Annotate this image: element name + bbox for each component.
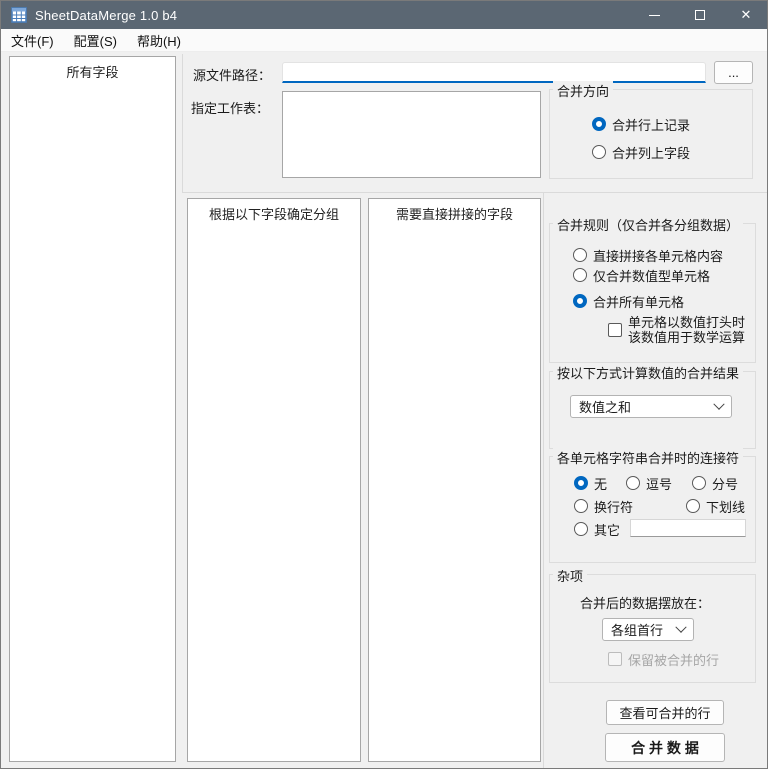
connector-group-title: 各单元格字符串合并时的连接符 xyxy=(553,448,744,467)
top-panel-left-divider xyxy=(182,54,183,192)
worksheet-listbox[interactable] xyxy=(282,91,541,178)
rules-groupbox: 合并规则（仅合并各分组数据） 直接拼接各单元格内容 仅合并数值型单元格 合并所有… xyxy=(549,215,756,363)
radio-connector-none[interactable]: 无 xyxy=(574,474,607,492)
top-panel-bottom-divider xyxy=(182,192,767,193)
worksheet-label: 指定工作表： xyxy=(191,101,270,116)
radio-connector-comma[interactable]: 逗号 xyxy=(626,474,672,492)
radio-numeric-only[interactable]: 仅合并数值型单元格 xyxy=(573,266,710,284)
misc-group-title: 杂项 xyxy=(553,566,588,585)
right-column-divider xyxy=(543,193,544,768)
close-icon: ✕ xyxy=(740,7,752,22)
radio-icon xyxy=(626,476,640,490)
numeric-head-checkbox[interactable]: 单元格以数值打头时 该数值用于数学运算 xyxy=(608,314,745,346)
radio-icon xyxy=(692,476,706,490)
radio-all-cells[interactable]: 合并所有单元格 xyxy=(573,292,684,310)
minimize-button[interactable] xyxy=(631,1,677,29)
chevron-down-icon xyxy=(675,621,687,633)
menu-bar: 文件(F) 配置(S) 帮助(H) xyxy=(1,28,767,53)
radio-connector-newline[interactable]: 换行符 xyxy=(574,497,633,515)
radio-merge-rows[interactable]: 合并行上记录 xyxy=(592,115,690,133)
calc-groupbox: 按以下方式计算数值的合并结果 数值之和 xyxy=(549,363,756,449)
menu-help[interactable]: 帮助(H) xyxy=(127,28,191,53)
radio-icon xyxy=(592,145,606,159)
radio-concat-cells[interactable]: 直接拼接各单元格内容 xyxy=(573,246,723,264)
rules-group-title: 合并规则（仅合并各分组数据） xyxy=(553,215,744,234)
place-result-label: 合并后的数据摆放在： xyxy=(580,596,711,611)
menu-file[interactable]: 文件(F) xyxy=(1,28,64,53)
numeric-head-label-line1: 单元格以数值打头时 xyxy=(628,315,746,330)
menu-config[interactable]: 配置(S) xyxy=(64,28,127,53)
radio-icon xyxy=(574,499,588,513)
concat-fields-header: 需要直接拼接的字段 xyxy=(395,207,513,222)
title-bar: SheetDataMerge 1.0 b4 ✕ xyxy=(1,1,767,29)
browse-button[interactable]: ... xyxy=(714,61,753,84)
radio-icon xyxy=(592,117,606,131)
radio-icon xyxy=(574,522,588,536)
keep-merged-rows-checkbox: 保留被合并的行 xyxy=(608,650,719,668)
window-title: SheetDataMerge 1.0 b4 xyxy=(35,7,178,23)
numeric-head-label-line2: 该数值用于数学运算 xyxy=(628,330,746,345)
checkbox-icon xyxy=(608,652,622,666)
all-fields-header: 所有字段 xyxy=(66,65,119,80)
radio-icon xyxy=(573,248,587,262)
calc-method-dropdown[interactable]: 数值之和 xyxy=(570,395,732,418)
source-path-input[interactable] xyxy=(282,62,706,83)
radio-icon xyxy=(686,499,700,513)
connector-groupbox: 各单元格字符串合并时的连接符 无 逗号 分号 换行符 下划线 其它 xyxy=(549,448,756,563)
checkbox-icon xyxy=(608,323,622,337)
chevron-down-icon xyxy=(713,398,725,410)
direction-groupbox: 合并方向 合并行上记录 合并列上字段 xyxy=(549,81,753,179)
radio-icon xyxy=(573,294,587,308)
radio-connector-semicolon[interactable]: 分号 xyxy=(692,474,738,492)
source-path-label: 源文件路径： xyxy=(193,68,272,83)
radio-connector-underscore[interactable]: 下划线 xyxy=(686,497,745,515)
radio-merge-columns[interactable]: 合并列上字段 xyxy=(592,143,690,161)
maximize-button[interactable] xyxy=(677,1,723,29)
minimize-icon xyxy=(648,14,660,16)
group-fields-header: 根据以下字段确定分组 xyxy=(208,207,339,222)
close-button[interactable]: ✕ xyxy=(723,1,767,29)
radio-icon xyxy=(573,268,587,282)
calc-group-title: 按以下方式计算数值的合并结果 xyxy=(553,363,744,382)
merge-data-button[interactable]: 合 并 数 据 xyxy=(605,733,725,762)
app-window: SheetDataMerge 1.0 b4 ✕ 文件(F) 配置(S) 帮助(H… xyxy=(0,0,768,769)
radio-connector-other[interactable]: 其它 xyxy=(574,520,620,538)
radio-icon xyxy=(574,476,588,490)
other-connector-input[interactable] xyxy=(630,519,746,537)
all-fields-listbox[interactable]: 所有字段 xyxy=(9,56,176,762)
concat-fields-listbox[interactable]: 需要直接拼接的字段 xyxy=(368,198,541,762)
group-fields-listbox[interactable]: 根据以下字段确定分组 xyxy=(187,198,361,762)
misc-groupbox: 杂项 合并后的数据摆放在： 各组首行 保留被合并的行 xyxy=(549,566,756,683)
place-result-dropdown[interactable]: 各组首行 xyxy=(602,618,694,641)
app-grid-icon xyxy=(11,7,27,23)
view-mergeable-button[interactable]: 查看可合并的行 xyxy=(606,700,724,725)
maximize-icon xyxy=(695,10,705,20)
direction-group-title: 合并方向 xyxy=(553,81,614,100)
